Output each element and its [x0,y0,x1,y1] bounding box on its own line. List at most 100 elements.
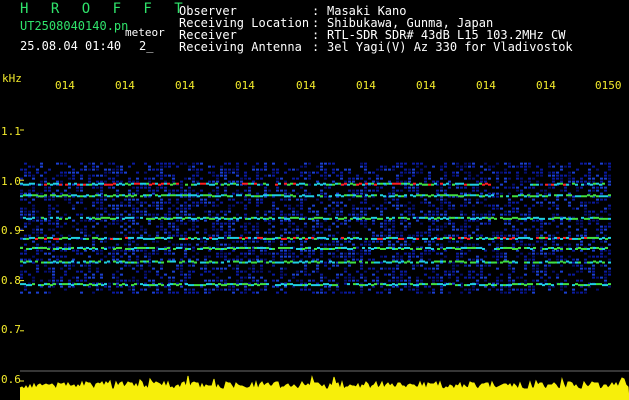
noise-pixel [608,273,611,276]
noise-pixel [220,225,223,228]
noise-pixel [360,201,363,204]
signal-pixel [566,236,569,239]
noise-pixel [28,219,31,222]
noise-pixel [112,162,115,165]
noise-pixel [544,264,547,267]
signal-pixel [242,283,245,286]
noise-pixel [76,279,79,282]
noise-pixel [572,198,575,201]
noise-pixel [356,258,359,261]
noise-pixel [468,276,471,279]
signal-pixel [143,246,146,249]
signal-pixel [74,283,77,286]
signal-pixel [281,283,284,286]
noise-pixel [584,180,587,183]
noise-pixel [124,279,127,282]
noise-pixel [192,165,195,168]
noise-pixel [312,225,315,228]
noise-pixel [232,240,235,243]
noise-pixel [200,168,203,171]
signal-pixel [152,246,155,249]
noise-pixel [132,204,135,207]
signal-pixel [146,217,149,220]
noise-pixel [408,201,411,204]
signal-pixel [374,246,377,249]
noise-pixel [364,240,367,243]
signal-pixel [533,246,536,249]
signal-pixel [404,216,407,219]
noise-pixel [536,264,539,267]
signal-pixel [158,261,161,264]
noise-pixel [260,201,263,204]
noise-pixel [592,201,595,204]
noise-pixel [512,243,515,246]
noise-pixel [604,228,607,231]
noise-pixel [448,240,451,243]
signal-pixel [329,195,332,198]
signal-pixel [587,194,590,197]
noise-pixel [432,276,435,279]
noise-pixel [60,255,63,258]
signal-pixel [281,194,284,197]
noise-pixel [80,237,83,240]
signal-pixel [518,217,521,220]
noise-pixel [508,264,511,267]
noise-pixel [452,240,455,243]
signal-pixel [179,194,182,197]
noise-pixel [204,219,207,222]
signal-pixel [581,183,584,186]
noise-pixel [408,279,411,282]
noise-pixel [392,225,395,228]
noise-pixel [496,255,499,258]
noise-pixel [536,192,539,195]
signal-pixel [536,261,539,264]
signal-pixel [92,182,95,185]
noise-pixel [316,270,319,273]
signal-pixel [347,194,350,197]
noise-pixel [428,171,431,174]
signal-pixel [416,237,419,240]
noise-pixel [328,243,331,246]
noise-pixel [64,222,67,225]
noise-pixel [108,288,111,291]
noise-pixel [260,198,263,201]
signal-pixel [242,237,245,240]
signal-pixel [527,216,530,219]
noise-pixel [100,240,103,243]
signal-pixel [599,283,602,286]
noise-pixel [496,258,499,261]
noise-pixel [508,201,511,204]
noise-pixel [548,171,551,174]
signal-pixel [290,182,293,185]
noise-pixel [320,291,323,294]
meteor-tag: meteor [125,26,165,39]
noise-pixel [268,210,271,213]
signal-pixel [470,246,473,249]
noise-pixel [252,240,255,243]
noise-pixel [600,210,603,213]
noise-pixel [528,177,531,180]
noise-pixel [544,192,547,195]
signal-pixel [290,216,293,219]
noise-pixel [180,270,183,273]
noise-pixel [288,252,291,255]
noise-pixel [528,165,531,168]
noise-pixel [328,252,331,255]
signal-pixel [143,182,146,185]
noise-pixel [228,243,231,246]
noise-pixel [236,258,239,261]
noise-pixel [172,276,175,279]
signal-pixel [377,182,380,185]
noise-pixel [520,240,523,243]
noise-pixel [324,162,327,165]
noise-pixel [180,285,183,288]
noise-pixel [60,180,63,183]
noise-pixel [452,171,455,174]
noise-pixel [168,231,171,234]
noise-pixel [264,240,267,243]
noise-pixel [592,240,595,243]
noise-pixel [244,276,247,279]
noise-pixel [508,192,511,195]
noise-pixel [476,201,479,204]
noise-pixel [156,240,159,243]
